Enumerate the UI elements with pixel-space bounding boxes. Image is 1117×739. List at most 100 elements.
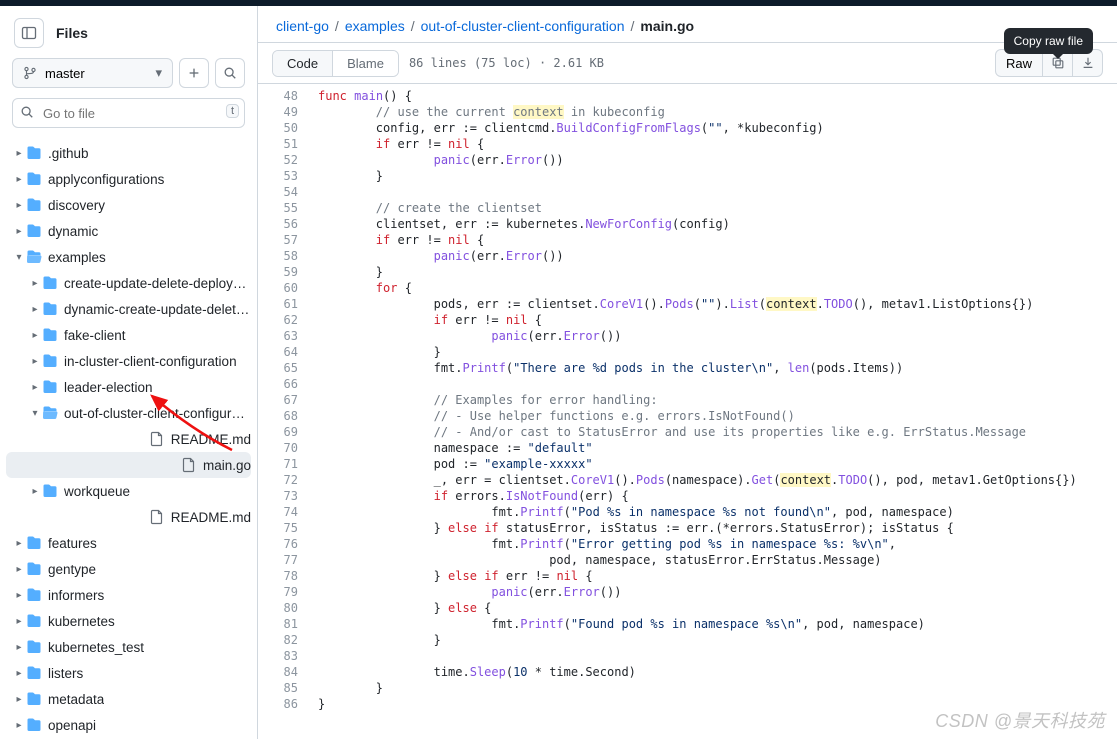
- code-line[interactable]: 68 // - Use helper functions e.g. errors…: [258, 408, 1117, 424]
- line-content[interactable]: panic(err.Error()): [318, 248, 1117, 264]
- code-line[interactable]: 81 fmt.Printf("Found pod %s in namespace…: [258, 616, 1117, 632]
- line-content[interactable]: // - And/or cast to StatusError and use …: [318, 424, 1117, 440]
- line-number[interactable]: 73: [258, 488, 318, 504]
- line-content[interactable]: clientset, err := kubernetes.NewForConfi…: [318, 216, 1117, 232]
- code-line[interactable]: 67 // Examples for error handling:: [258, 392, 1117, 408]
- line-number[interactable]: 54: [258, 184, 318, 200]
- code-line[interactable]: 60 for {: [258, 280, 1117, 296]
- line-content[interactable]: // create the clientset: [318, 200, 1117, 216]
- line-content[interactable]: panic(err.Error()): [318, 152, 1117, 168]
- add-file-button[interactable]: [179, 58, 209, 88]
- code-line[interactable]: 80 } else {: [258, 600, 1117, 616]
- line-content[interactable]: panic(err.Error()): [318, 328, 1117, 344]
- download-button[interactable]: [1073, 49, 1103, 77]
- line-content[interactable]: }: [318, 696, 1117, 712]
- line-number[interactable]: 56: [258, 216, 318, 232]
- search-button[interactable]: [215, 58, 245, 88]
- line-number[interactable]: 69: [258, 424, 318, 440]
- collapse-sidebar-button[interactable]: [14, 18, 44, 48]
- code-line[interactable]: 84 time.Sleep(10 * time.Second): [258, 664, 1117, 680]
- line-content[interactable]: } else if err != nil {: [318, 568, 1117, 584]
- line-number[interactable]: 50: [258, 120, 318, 136]
- tree-folder[interactable]: ▸dynamic-create-update-delete-...: [6, 296, 251, 322]
- code-line[interactable]: 86}: [258, 696, 1117, 712]
- tree-folder[interactable]: ▸kubernetes_test: [6, 634, 251, 660]
- tree-folder[interactable]: ▾out-of-cluster-client-configurati...: [6, 400, 251, 426]
- code-line[interactable]: 59 }: [258, 264, 1117, 280]
- line-content[interactable]: pod := "example-xxxxx": [318, 456, 1117, 472]
- line-number[interactable]: 48: [258, 88, 318, 104]
- line-number[interactable]: 75: [258, 520, 318, 536]
- line-content[interactable]: }: [318, 264, 1117, 280]
- tree-folder[interactable]: ▸create-update-delete-deployme...: [6, 270, 251, 296]
- tree-folder[interactable]: ▸leader-election: [6, 374, 251, 400]
- code-line[interactable]: 73 if errors.IsNotFound(err) {: [258, 488, 1117, 504]
- tab-blame[interactable]: Blame: [332, 51, 398, 76]
- line-number[interactable]: 79: [258, 584, 318, 600]
- line-number[interactable]: 68: [258, 408, 318, 424]
- code-line[interactable]: 72 _, err = clientset.CoreV1().Pods(name…: [258, 472, 1117, 488]
- tree-folder[interactable]: ▸kubernetes: [6, 608, 251, 634]
- line-content[interactable]: }: [318, 680, 1117, 696]
- breadcrumb-link[interactable]: out-of-cluster-client-configuration: [421, 18, 625, 34]
- tree-folder[interactable]: ▸gentype: [6, 556, 251, 582]
- tab-code[interactable]: Code: [273, 51, 332, 76]
- code-line[interactable]: 69 // - And/or cast to StatusError and u…: [258, 424, 1117, 440]
- code-line[interactable]: 76 fmt.Printf("Error getting pod %s in n…: [258, 536, 1117, 552]
- line-number[interactable]: 62: [258, 312, 318, 328]
- line-content[interactable]: config, err := clientcmd.BuildConfigFrom…: [318, 120, 1117, 136]
- code-line[interactable]: 55 // create the clientset: [258, 200, 1117, 216]
- code-line[interactable]: 49 // use the current context in kubecon…: [258, 104, 1117, 120]
- line-number[interactable]: 66: [258, 376, 318, 392]
- tree-folder[interactable]: ▸fake-client: [6, 322, 251, 348]
- line-content[interactable]: _, err = clientset.CoreV1().Pods(namespa…: [318, 472, 1117, 488]
- tree-folder[interactable]: ▸informers: [6, 582, 251, 608]
- line-content[interactable]: // Examples for error handling:: [318, 392, 1117, 408]
- code-line[interactable]: 78 } else if err != nil {: [258, 568, 1117, 584]
- tree-folder[interactable]: ▸metadata: [6, 686, 251, 712]
- tree-folder[interactable]: ▾examples: [6, 244, 251, 270]
- line-content[interactable]: for {: [318, 280, 1117, 296]
- line-number[interactable]: 49: [258, 104, 318, 120]
- tree-folder[interactable]: ▸in-cluster-client-configuration: [6, 348, 251, 374]
- line-number[interactable]: 82: [258, 632, 318, 648]
- code-line[interactable]: 56 clientset, err := kubernetes.NewForCo…: [258, 216, 1117, 232]
- line-number[interactable]: 78: [258, 568, 318, 584]
- tree-folder[interactable]: ▸features: [6, 530, 251, 556]
- line-number[interactable]: 61: [258, 296, 318, 312]
- line-number[interactable]: 57: [258, 232, 318, 248]
- tree-file[interactable]: ▸README.md: [6, 426, 251, 452]
- line-number[interactable]: 83: [258, 648, 318, 664]
- code-line[interactable]: 57 if err != nil {: [258, 232, 1117, 248]
- line-content[interactable]: // - Use helper functions e.g. errors.Is…: [318, 408, 1117, 424]
- code-line[interactable]: 77 pod, namespace, statusError.ErrStatus…: [258, 552, 1117, 568]
- code-line[interactable]: 53 }: [258, 168, 1117, 184]
- raw-button[interactable]: Raw: [995, 49, 1043, 77]
- line-content[interactable]: if err != nil {: [318, 312, 1117, 328]
- line-content[interactable]: func main() {: [318, 88, 1117, 104]
- tree-folder[interactable]: ▸.github: [6, 140, 251, 166]
- tree-folder[interactable]: ▸dynamic: [6, 218, 251, 244]
- line-content[interactable]: }: [318, 168, 1117, 184]
- code-line[interactable]: 48func main() {: [258, 88, 1117, 104]
- line-content[interactable]: fmt.Printf("There are %d pods in the clu…: [318, 360, 1117, 376]
- line-content[interactable]: if errors.IsNotFound(err) {: [318, 488, 1117, 504]
- tree-folder[interactable]: ▸listers: [6, 660, 251, 686]
- tree-folder[interactable]: ▸openapi: [6, 712, 251, 738]
- line-number[interactable]: 64: [258, 344, 318, 360]
- tree-file[interactable]: ▸main.go: [6, 452, 251, 478]
- tree-folder[interactable]: ▸discovery: [6, 192, 251, 218]
- code-line[interactable]: 61 pods, err := clientset.CoreV1().Pods(…: [258, 296, 1117, 312]
- line-number[interactable]: 67: [258, 392, 318, 408]
- code-line[interactable]: 58 panic(err.Error()): [258, 248, 1117, 264]
- line-number[interactable]: 71: [258, 456, 318, 472]
- code-line[interactable]: 65 fmt.Printf("There are %d pods in the …: [258, 360, 1117, 376]
- line-content[interactable]: [318, 184, 1117, 200]
- line-content[interactable]: // use the current context in kubeconfig: [318, 104, 1117, 120]
- line-content[interactable]: time.Sleep(10 * time.Second): [318, 664, 1117, 680]
- code-line[interactable]: 82 }: [258, 632, 1117, 648]
- code-line[interactable]: 74 fmt.Printf("Pod %s in namespace %s no…: [258, 504, 1117, 520]
- line-number[interactable]: 74: [258, 504, 318, 520]
- breadcrumb-link[interactable]: examples: [345, 18, 405, 34]
- code-line[interactable]: 83: [258, 648, 1117, 664]
